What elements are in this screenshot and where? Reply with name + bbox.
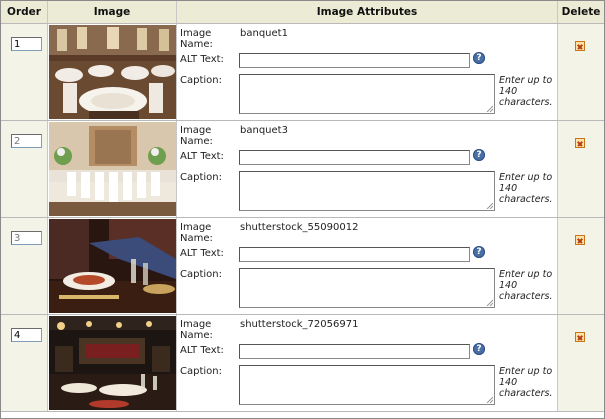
- table-row: Image Name: banquet3 ALT Text: ? Caption…: [1, 121, 604, 218]
- image-cell: [48, 121, 177, 217]
- resize-grip-icon[interactable]: [485, 395, 493, 403]
- alt-text-input[interactable]: [239, 247, 470, 262]
- attributes-cell: Image Name: banquet3 ALT Text: ? Caption…: [177, 121, 558, 217]
- alt-text-label: ALT Text:: [180, 248, 224, 259]
- help-icon[interactable]: ?: [473, 149, 485, 161]
- image-name-value: shutterstock_72056971: [240, 319, 359, 330]
- restaurant-interior-photo: [49, 316, 176, 410]
- banquet-hall-photo: [49, 122, 176, 216]
- image-attributes-table: Order Image Image Attributes Delete 1 Im…: [0, 0, 605, 419]
- image-name-label: Image Name:: [180, 125, 213, 147]
- image-name-value: banquet1: [240, 28, 288, 39]
- order-input[interactable]: [11, 37, 42, 51]
- attributes-cell: Image Name: banquet1 ALT Text: ? Caption…: [177, 24, 558, 120]
- table-header: Order Image Image Attributes Delete: [1, 1, 604, 24]
- order-input[interactable]: [11, 134, 42, 148]
- delete-icon[interactable]: [575, 235, 585, 245]
- order-input[interactable]: [11, 231, 42, 245]
- alt-text-label: ALT Text:: [180, 151, 224, 162]
- image-name-label: Image Name:: [180, 28, 213, 50]
- alt-text-label: ALT Text:: [180, 54, 224, 65]
- attributes-cell: Image Name: shutterstock_72056971 ALT Te…: [177, 315, 558, 411]
- delete-icon[interactable]: [575, 138, 585, 148]
- image-cell: [48, 315, 177, 411]
- image-name-value: shutterstock_55090012: [240, 222, 359, 233]
- image-name-value: banquet3: [240, 125, 288, 136]
- order-cell: [1, 315, 48, 411]
- image-name-label: Image Name:: [180, 222, 213, 244]
- image-name-label: Image Name:: [180, 319, 213, 341]
- order-input[interactable]: [11, 328, 42, 342]
- caption-note: Enter up to 140 characters.: [499, 269, 553, 302]
- alt-text-input[interactable]: [239, 344, 470, 359]
- caption-textarea[interactable]: [239, 74, 495, 114]
- alt-text-label: ALT Text:: [180, 345, 224, 356]
- caption-label: Caption:: [180, 269, 222, 280]
- image-cell: [48, 218, 177, 314]
- attributes-cell: Image Name: shutterstock_55090012 ALT Te…: [177, 218, 558, 314]
- delete-icon[interactable]: [575, 41, 585, 51]
- caption-textarea[interactable]: [239, 365, 495, 405]
- table-row: Image Name: banquet1 ALT Text: ? Caption…: [1, 24, 604, 121]
- resize-grip-icon[interactable]: [485, 298, 493, 306]
- image-cell: [48, 24, 177, 120]
- help-icon[interactable]: ?: [473, 343, 485, 355]
- caption-label: Caption:: [180, 172, 222, 183]
- header-image: Image: [48, 1, 177, 23]
- caption-label: Caption:: [180, 75, 222, 86]
- resize-grip-icon[interactable]: [485, 104, 493, 112]
- header-delete: Delete: [561, 6, 601, 18]
- delete-icon[interactable]: [575, 332, 585, 342]
- order-cell: [1, 218, 48, 314]
- header-image-attributes: Image Attributes: [177, 1, 558, 23]
- delete-cell: [558, 24, 604, 120]
- delete-cell: [558, 121, 604, 217]
- order-cell: [1, 24, 48, 120]
- delete-cell: [558, 315, 604, 411]
- alt-text-input[interactable]: [239, 53, 470, 68]
- banquet-hall-photo: [49, 25, 176, 119]
- alt-text-input[interactable]: [239, 150, 470, 165]
- caption-note: Enter up to 140 characters.: [499, 366, 553, 399]
- caption-textarea[interactable]: [239, 268, 495, 308]
- help-icon[interactable]: ?: [473, 52, 485, 64]
- help-icon[interactable]: ?: [473, 246, 485, 258]
- caption-note: Enter up to 140 characters.: [499, 75, 553, 108]
- caption-note: Enter up to 140 characters.: [499, 172, 553, 205]
- order-cell: [1, 121, 48, 217]
- table-row: Image Name: shutterstock_72056971 ALT Te…: [1, 315, 604, 412]
- caption-textarea[interactable]: [239, 171, 495, 211]
- resize-grip-icon[interactable]: [485, 201, 493, 209]
- caption-label: Caption:: [180, 366, 222, 377]
- delete-cell: [558, 218, 604, 314]
- dinner-table-photo: [49, 219, 176, 313]
- header-order: Order: [1, 1, 48, 23]
- table-row: Image Name: shutterstock_55090012 ALT Te…: [1, 218, 604, 315]
